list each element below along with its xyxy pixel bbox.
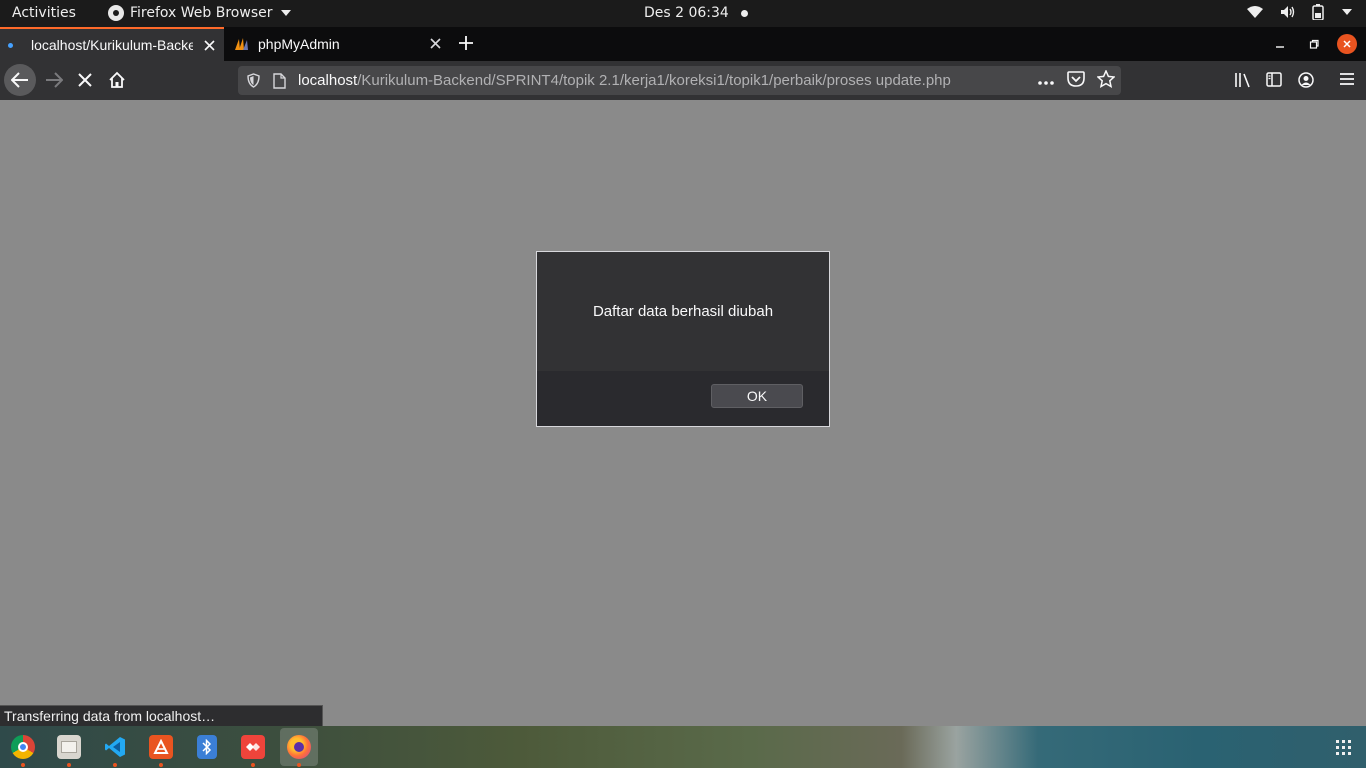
show-applications-icon[interactable] — [1336, 740, 1351, 755]
stop-button[interactable] — [69, 64, 101, 96]
phpmyadmin-icon — [234, 37, 250, 51]
back-button[interactable] — [4, 64, 36, 96]
forward-button[interactable] — [38, 64, 70, 96]
dialog-footer: OK — [537, 371, 829, 426]
maximize-button[interactable] — [1300, 27, 1328, 61]
tab-title: phpMyAdmin — [258, 36, 340, 52]
close-icon — [1343, 40, 1351, 48]
stop-icon — [78, 73, 92, 87]
tab-localhost[interactable]: localhost/Kurikulum-Backend — [0, 27, 224, 61]
more-actions-icon[interactable] — [1037, 73, 1055, 90]
url-path: /Kurikulum-Backend/SPRINT4/topik 2.1/ker… — [357, 72, 951, 89]
files-icon[interactable] — [57, 735, 81, 759]
wifi-icon — [1246, 5, 1264, 19]
bluetooth-icon[interactable] — [197, 735, 217, 759]
system-top-bar: Activities Firefox Web Browser Des 2 06:… — [0, 0, 1366, 27]
volume-icon — [1280, 5, 1296, 19]
chrome-icon[interactable] — [11, 735, 35, 759]
ok-button[interactable]: OK — [711, 384, 803, 408]
home-icon — [109, 71, 125, 88]
page-actions — [1037, 69, 1116, 92]
running-indicator — [251, 763, 255, 767]
vscode-icon[interactable] — [103, 735, 127, 759]
pocket-icon[interactable] — [1067, 71, 1085, 91]
chevron-down-icon — [280, 10, 291, 16]
close-icon[interactable] — [428, 36, 442, 50]
minimize-button[interactable] — [1266, 27, 1294, 61]
home-button[interactable] — [101, 64, 133, 96]
url-host: localhost — [298, 72, 358, 89]
dialog-body: Daftar data berhasil diubah — [537, 252, 829, 371]
tab-strip: localhost/Kurikulum-Backend phpMyAdmin — [0, 27, 1366, 61]
url-bar[interactable]: localhost/Kurikulum-Backend/SPRINT4/topi… — [238, 66, 1121, 95]
shield-icon[interactable] — [247, 73, 260, 88]
firefox-icon[interactable] — [287, 735, 311, 759]
dialog-message: Daftar data berhasil diubah — [592, 303, 774, 320]
app-menu-label: Firefox Web Browser — [130, 5, 273, 21]
running-indicator — [67, 763, 71, 767]
battery-icon — [1312, 4, 1324, 20]
activities-button[interactable]: Activities — [12, 5, 76, 21]
window-close-button[interactable] — [1337, 34, 1357, 54]
clock[interactable]: Des 2 06:34 — [644, 5, 748, 21]
notification-dot-icon — [740, 9, 748, 17]
alert-dialog: Daftar data berhasil diubah OK — [536, 251, 830, 427]
library-icon[interactable] — [1234, 72, 1251, 88]
restore-icon — [1309, 39, 1319, 49]
tab-loading-icon — [8, 43, 13, 48]
running-indicator — [297, 763, 301, 767]
clock-label: Des 2 06:34 — [644, 5, 729, 21]
plus-icon — [459, 36, 473, 50]
minimize-icon — [1276, 46, 1284, 48]
app-menu[interactable]: Firefox Web Browser — [108, 5, 291, 21]
url-text: localhost/Kurikulum-Backend/SPRINT4/topi… — [298, 72, 951, 89]
system-tray[interactable] — [1246, 4, 1352, 20]
navigation-toolbar: localhost/Kurikulum-Backend/SPRINT4/topi… — [0, 61, 1366, 100]
anydesk-icon[interactable] — [241, 735, 265, 759]
system-menu-caret — [1340, 9, 1352, 15]
new-tab-button[interactable] — [455, 32, 477, 54]
dock — [0, 726, 1366, 768]
close-icon[interactable] — [202, 38, 216, 52]
hamburger-menu-icon[interactable] — [1339, 72, 1355, 86]
arrow-left-icon — [11, 72, 28, 88]
status-panel: Transferring data from localhost… — [0, 705, 323, 727]
running-indicator — [113, 763, 117, 767]
arrow-right-icon — [46, 72, 63, 88]
bookmark-star-icon[interactable] — [1096, 69, 1116, 92]
firefox-app-icon — [108, 5, 124, 21]
tab-phpmyadmin[interactable]: phpMyAdmin — [224, 27, 450, 61]
page-icon[interactable] — [273, 73, 286, 89]
running-indicator — [159, 763, 163, 767]
tab-title: localhost/Kurikulum-Backend — [31, 37, 193, 53]
account-icon[interactable] — [1298, 72, 1314, 88]
sidebar-icon[interactable] — [1266, 72, 1282, 87]
running-indicator — [21, 763, 25, 767]
software-center-icon[interactable] — [149, 735, 173, 759]
